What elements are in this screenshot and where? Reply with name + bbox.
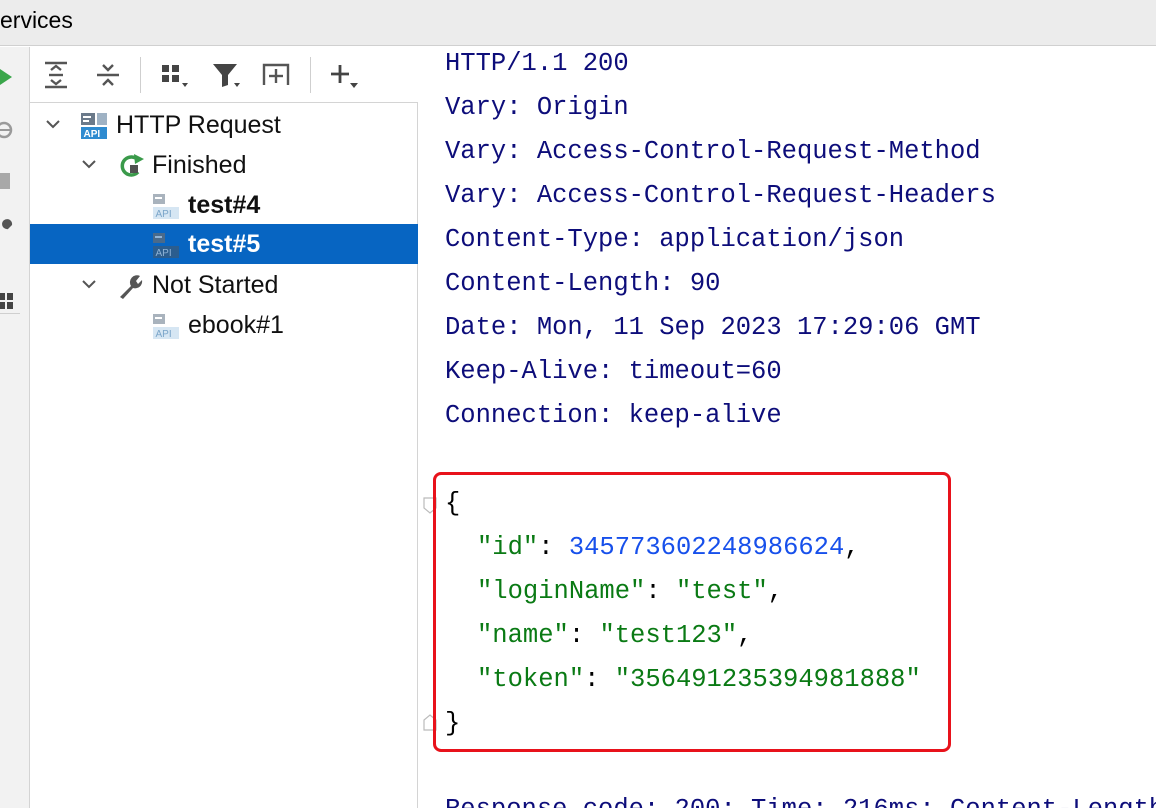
layout-icon[interactable] — [0, 287, 20, 315]
response-header: Content-Length: 90 — [445, 269, 721, 298]
tree-node-label: Not Started — [152, 271, 279, 299]
response-header: Vary: Access-Control-Request-Headers — [445, 181, 996, 210]
tree-node-label: test#5 — [188, 230, 261, 258]
highlight-annotation-box — [433, 472, 951, 752]
tree-node-finished[interactable]: Finished — [30, 145, 418, 185]
svg-text:API: API — [156, 329, 172, 340]
chevron-down-icon[interactable] — [80, 275, 98, 293]
response-status-line: HTTP/1.1 200 — [445, 49, 629, 78]
chevron-down-icon[interactable] — [80, 155, 98, 173]
add-service-icon[interactable] — [258, 57, 294, 93]
stop-icon[interactable] — [0, 167, 20, 195]
api-request-icon: API — [152, 311, 182, 341]
tree-node-http-request[interactable]: API HTTP Request — [30, 105, 418, 145]
group-icon[interactable] — [156, 57, 192, 93]
toolbar-separator — [140, 57, 141, 93]
tree-node-label: test#4 — [188, 191, 261, 219]
tree-node-ebook-1[interactable]: API ebook#1 — [30, 305, 418, 345]
chevron-down-icon[interactable] — [44, 115, 62, 133]
svg-text:API: API — [156, 248, 172, 259]
response-header: Date: Mon, 11 Sep 2023 17:29:06 GMT — [445, 313, 981, 342]
tree-toolbar — [30, 47, 418, 103]
tree-node-label: Finished — [152, 151, 247, 179]
collapse-all-icon[interactable] — [90, 57, 126, 93]
response-panel[interactable]: HTTP/1.1 200 Vary: Origin Vary: Access-C… — [419, 47, 1156, 808]
run-icon[interactable] — [0, 63, 20, 91]
filter-icon[interactable] — [208, 57, 244, 93]
settings-wrench-icon[interactable] — [0, 217, 20, 245]
response-header: Keep-Alive: timeout=60 — [445, 357, 782, 386]
tree-node-test-5[interactable]: API test#5 — [30, 224, 418, 264]
tree-node-not-started[interactable]: Not Started — [30, 265, 418, 305]
wrench-icon — [116, 271, 146, 301]
title-bar: ervices — [0, 0, 1156, 46]
response-footer: Response code: 200; Time: 216ms; Content… — [445, 795, 1156, 808]
api-request-icon: API — [152, 191, 182, 221]
tree-node-label: HTTP Request — [116, 111, 281, 139]
toolbar-separator — [310, 57, 311, 93]
svg-text:API: API — [156, 209, 172, 220]
response-header: Vary: Access-Control-Request-Method — [445, 137, 981, 166]
response-header: Vary: Origin — [445, 93, 629, 122]
svg-text:API: API — [84, 129, 101, 140]
response-header: Content-Type: application/json — [445, 225, 905, 254]
window-title: ervices — [0, 7, 73, 33]
add-icon[interactable] — [326, 57, 362, 93]
rerun-icon — [116, 151, 146, 181]
expand-all-icon[interactable] — [38, 57, 74, 93]
api-icon: API — [80, 111, 110, 141]
api-request-icon: API — [152, 230, 182, 260]
response-header: Connection: keep-alive — [445, 401, 782, 430]
tree-node-label: ebook#1 — [188, 311, 284, 339]
tree-node-test-4[interactable]: API test#4 — [30, 185, 418, 225]
services-side-toolbar — [0, 47, 30, 808]
services-tree-panel: API HTTP Request Finished API test#4 API… — [30, 47, 418, 808]
debug-icon[interactable] — [0, 115, 20, 143]
